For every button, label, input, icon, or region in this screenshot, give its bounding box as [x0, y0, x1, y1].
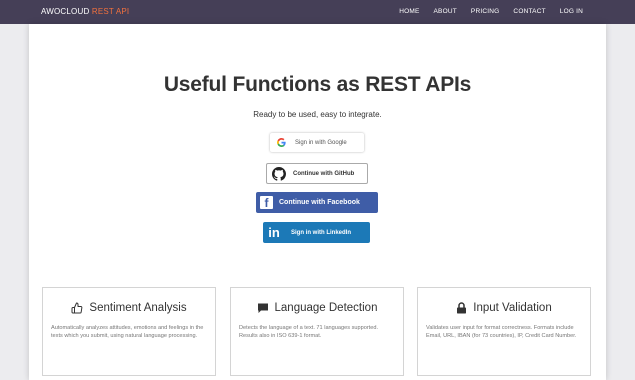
feature-heading: Input Validation: [418, 302, 590, 314]
thumbs-up-icon: [71, 302, 83, 314]
linkedin-signin-label: Sign in with LinkedIn: [291, 229, 351, 236]
feature-description: Automatically analyzes attitudes, emotio…: [51, 325, 204, 340]
brand-accent: REST API: [91, 7, 130, 16]
brand-logo[interactable]: AWOCLOUD REST API: [41, 7, 129, 16]
github-signin-button[interactable]: Continue with GitHub: [266, 163, 368, 184]
main-card: Useful Functions as REST APIs Ready to b…: [29, 24, 606, 380]
nav-login[interactable]: LOG IN: [560, 8, 583, 15]
feature-card-sentiment[interactable]: Sentiment Analysis Automatically analyze…: [42, 287, 216, 376]
page-subtitle: Ready to be used, easy to integrate.: [253, 110, 382, 119]
feature-description: Validates user input for format correctn…: [426, 325, 577, 340]
feature-title: Input Validation: [473, 302, 552, 314]
google-signin-button[interactable]: Sign in with Google: [270, 133, 364, 152]
nav-about[interactable]: ABOUT: [434, 8, 457, 15]
nav-contact[interactable]: CONTACT: [513, 8, 545, 15]
feature-title: Sentiment Analysis: [89, 302, 187, 314]
facebook-signin-label: Continue with Facebook: [279, 199, 360, 206]
brand-name: AWOCLOUD: [41, 7, 90, 16]
facebook-signin-button[interactable]: f Continue with Facebook: [256, 192, 378, 213]
google-icon: [277, 138, 286, 147]
github-icon: [272, 166, 286, 181]
nav-home[interactable]: HOME: [399, 8, 419, 15]
feature-title: Language Detection: [274, 302, 378, 314]
feature-card-language[interactable]: Language Detection Detects the language …: [230, 287, 404, 376]
nav-pricing[interactable]: PRICING: [471, 8, 500, 15]
top-navbar: AWOCLOUD REST API HOME ABOUT PRICING CON…: [0, 0, 635, 24]
github-signin-label: Continue with GitHub: [293, 170, 355, 177]
feature-card-validation[interactable]: Input Validation Validates user input fo…: [417, 287, 591, 376]
feature-heading: Sentiment Analysis: [43, 302, 215, 314]
linkedin-icon: in: [268, 225, 280, 240]
lock-icon: [457, 302, 467, 314]
facebook-icon: f: [260, 196, 273, 210]
feature-description: Detects the language of a text. 71 langu…: [239, 325, 379, 340]
page-title: Useful Functions as REST APIs: [163, 73, 472, 96]
feature-heading: Language Detection: [231, 302, 403, 314]
linkedin-signin-button[interactable]: in Sign in with LinkedIn: [263, 222, 370, 243]
google-signin-label: Sign in with Google: [295, 139, 347, 146]
comment-icon: [257, 303, 268, 313]
nav-menu: HOME ABOUT PRICING CONTACT LOG IN: [399, 8, 583, 15]
